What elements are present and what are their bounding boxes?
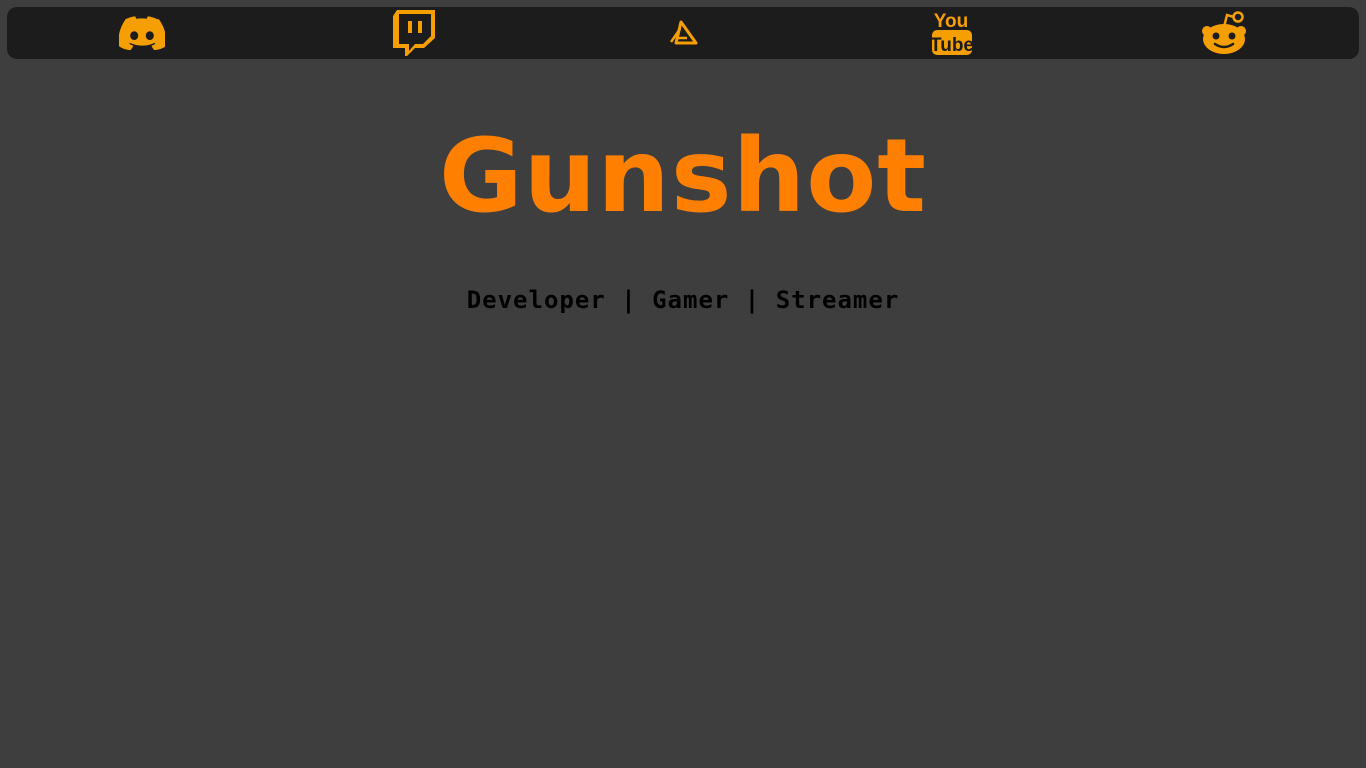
reddit-link[interactable]	[1089, 7, 1359, 59]
discord-icon	[119, 16, 166, 50]
youtube-link[interactable]: You Tube	[818, 7, 1088, 59]
artstation-icon	[669, 20, 698, 45]
discord-link[interactable]	[7, 7, 277, 59]
social-navbar: You Tube	[7, 7, 1359, 59]
youtube-logo-you: You	[934, 11, 968, 32]
youtube-logo-tube: Tube	[931, 35, 974, 56]
page-title: Gunshot	[438, 117, 928, 236]
youtube-icon: You Tube	[931, 11, 974, 56]
artstation-link[interactable]	[548, 7, 818, 59]
reddit-icon	[1201, 11, 1246, 54]
twitch-link[interactable]	[277, 7, 547, 59]
twitch-icon	[392, 10, 435, 56]
tagline: Developer | Gamer | Streamer	[466, 286, 900, 314]
